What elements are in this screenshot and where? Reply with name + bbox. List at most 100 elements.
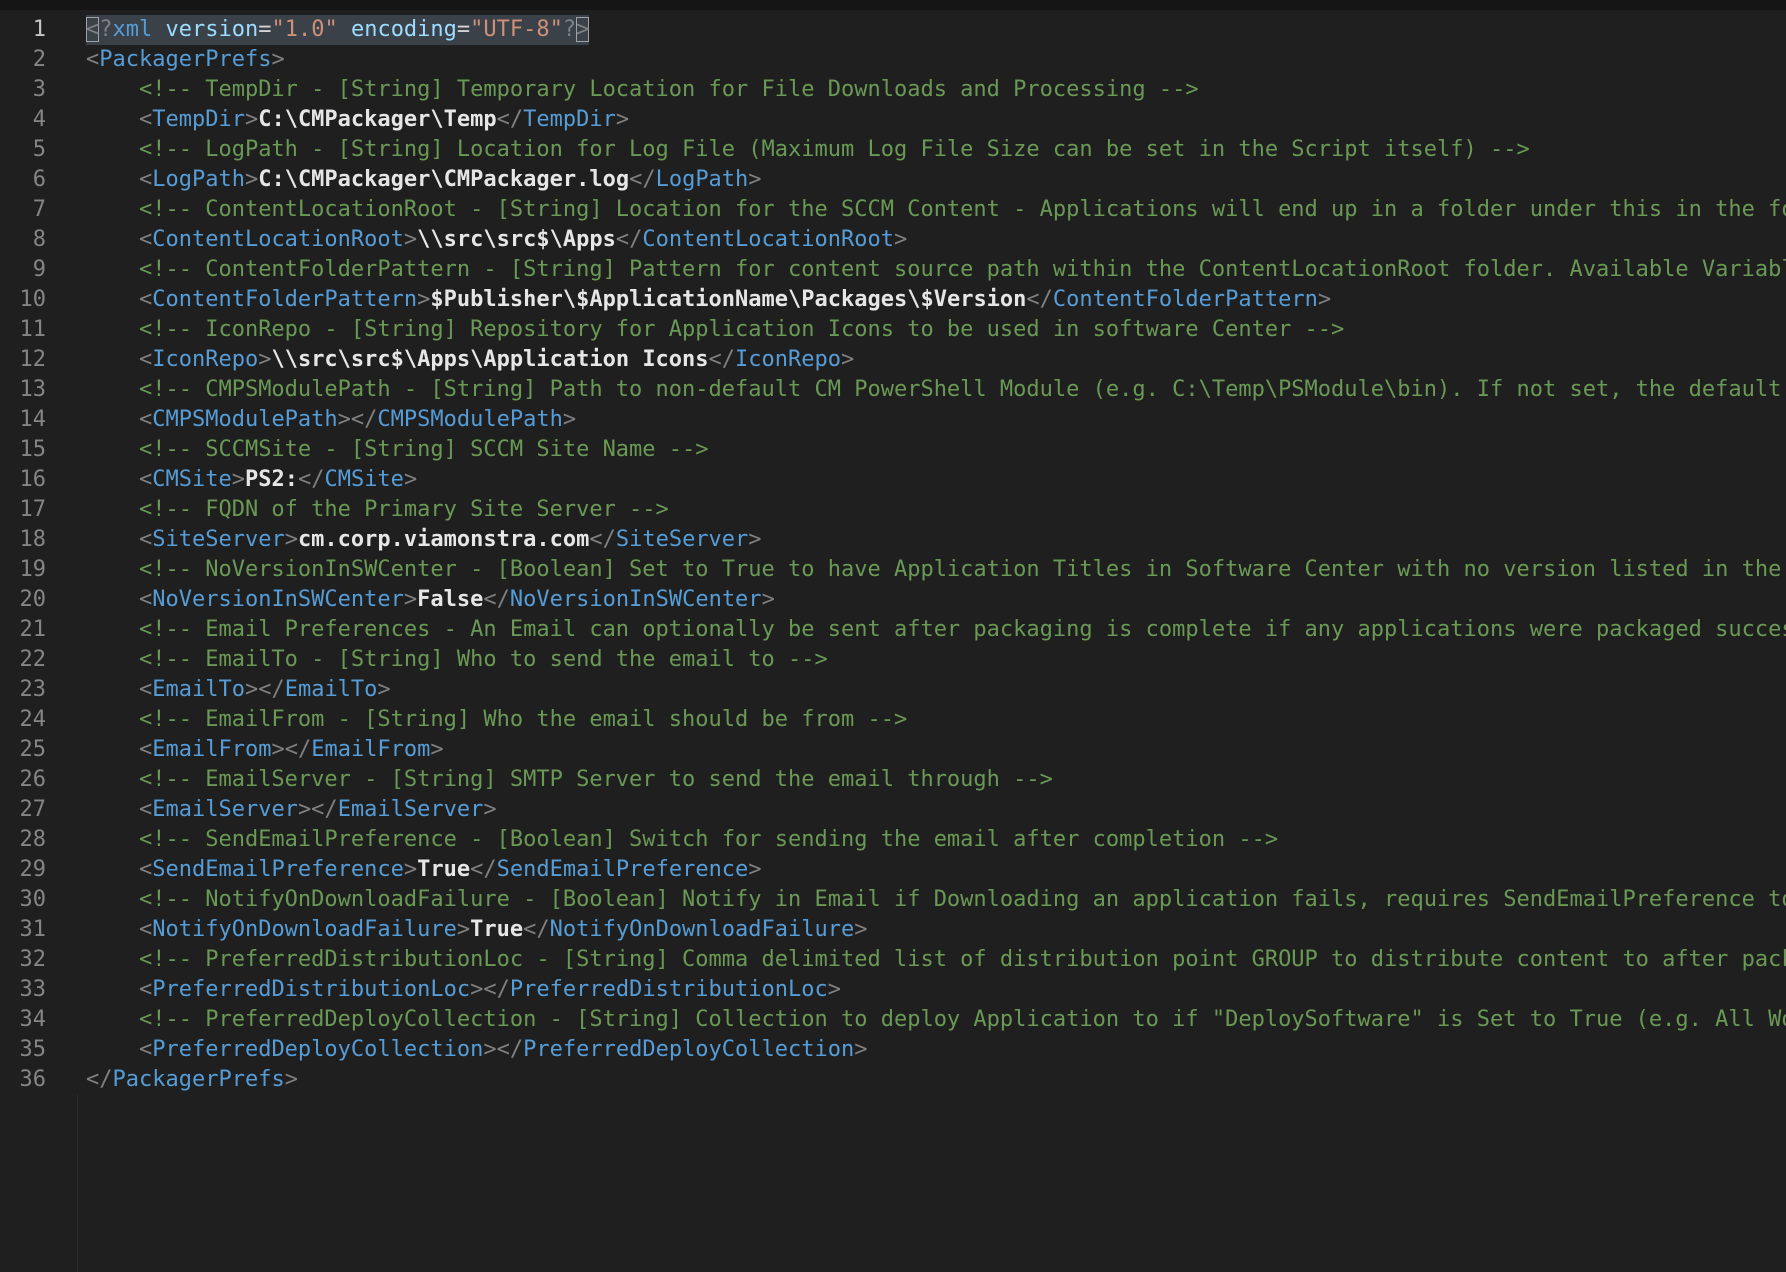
line-content[interactable]: <CMSite>PS2:</CMSite> <box>86 465 417 495</box>
code-line[interactable]: 27 <EmailServer></EmailServer> <box>0 795 1786 825</box>
line-number[interactable]: 23 <box>0 675 46 705</box>
line-content[interactable]: <NoVersionInSWCenter>False</NoVersionInS… <box>86 585 775 615</box>
line-number[interactable]: 32 <box>0 945 46 975</box>
line-content[interactable]: <PreferredDeployCollection></PreferredDe… <box>86 1035 868 1065</box>
line-content[interactable]: <!-- FQDN of the Primary Site Server --> <box>86 495 669 525</box>
line-content[interactable]: <IconRepo>\\src\src$\Apps\Application Ic… <box>86 345 854 375</box>
code-line[interactable]: 16 <CMSite>PS2:</CMSite> <box>0 465 1786 495</box>
code-line[interactable]: 12 <IconRepo>\\src\src$\Apps\Application… <box>0 345 1786 375</box>
code-line[interactable]: 17 <!-- FQDN of the Primary Site Server … <box>0 495 1786 525</box>
line-number[interactable]: 27 <box>0 795 46 825</box>
code-line[interactable]: 6 <LogPath>C:\CMPackager\CMPackager.log<… <box>0 165 1786 195</box>
line-number[interactable]: 30 <box>0 885 46 915</box>
line-number[interactable]: 22 <box>0 645 46 675</box>
line-content[interactable]: <EmailTo></EmailTo> <box>86 675 391 705</box>
line-content[interactable]: <!-- CMPSModulePath - [String] Path to n… <box>86 375 1786 405</box>
line-number[interactable]: 4 <box>0 105 46 135</box>
line-number[interactable]: 26 <box>0 765 46 795</box>
line-number[interactable]: 17 <box>0 495 46 525</box>
line-number[interactable]: 16 <box>0 465 46 495</box>
line-number[interactable]: 6 <box>0 165 46 195</box>
line-number[interactable]: 5 <box>0 135 46 165</box>
line-number[interactable]: 1 <box>0 15 46 45</box>
code-line[interactable]: 10 <ContentFolderPattern>$Publisher\$App… <box>0 285 1786 315</box>
code-line[interactable]: 23 <EmailTo></EmailTo> <box>0 675 1786 705</box>
line-content[interactable]: <ContentLocationRoot>\\src\src$\Apps</Co… <box>86 225 907 255</box>
line-content[interactable]: <!-- EmailServer - [String] SMTP Server … <box>86 765 1053 795</box>
line-number[interactable]: 3 <box>0 75 46 105</box>
line-content[interactable]: <EmailServer></EmailServer> <box>86 795 497 825</box>
line-content[interactable]: <!-- IconRepo - [String] Repository for … <box>86 315 1344 345</box>
code-line[interactable]: 29 <SendEmailPreference>True</SendEmailP… <box>0 855 1786 885</box>
line-content[interactable]: <EmailFrom></EmailFrom> <box>86 735 444 765</box>
line-number[interactable]: 12 <box>0 345 46 375</box>
line-content[interactable]: <!-- EmailTo - [String] Who to send the … <box>86 645 828 675</box>
code-line[interactable]: 26 <!-- EmailServer - [String] SMTP Serv… <box>0 765 1786 795</box>
code-line[interactable]: 11 <!-- IconRepo - [String] Repository f… <box>0 315 1786 345</box>
line-number[interactable]: 20 <box>0 585 46 615</box>
code-line[interactable]: 25 <EmailFrom></EmailFrom> <box>0 735 1786 765</box>
code-line[interactable]: 24 <!-- EmailFrom - [String] Who the ema… <box>0 705 1786 735</box>
line-number[interactable]: 28 <box>0 825 46 855</box>
code-line[interactable]: 34 <!-- PreferredDeployCollection - [Str… <box>0 1005 1786 1035</box>
code-line[interactable]: 4 <TempDir>C:\CMPackager\Temp</TempDir> <box>0 105 1786 135</box>
code-line[interactable]: 20 <NoVersionInSWCenter>False</NoVersion… <box>0 585 1786 615</box>
line-number[interactable]: 9 <box>0 255 46 285</box>
line-content[interactable]: <LogPath>C:\CMPackager\CMPackager.log</L… <box>86 165 762 195</box>
line-content[interactable]: <!-- NoVersionInSWCenter - [Boolean] Set… <box>86 555 1786 585</box>
line-content[interactable]: <?xml version="1.0" encoding="UTF-8"?> <box>86 15 589 45</box>
code-line[interactable]: 33 <PreferredDistributionLoc></Preferred… <box>0 975 1786 1005</box>
editor-pane[interactable]: 1 <?xml version="1.0" encoding="UTF-8"?> 2… <box>0 10 1786 1095</box>
code-line[interactable]: 31 <NotifyOnDownloadFailure>True</Notify… <box>0 915 1786 945</box>
code-line[interactable]: 15 <!-- SCCMSite - [String] SCCM Site Na… <box>0 435 1786 465</box>
code-line[interactable]: 22 <!-- EmailTo - [String] Who to send t… <box>0 645 1786 675</box>
code-line[interactable]: 9 <!-- ContentFolderPattern - [String] P… <box>0 255 1786 285</box>
line-number[interactable]: 29 <box>0 855 46 885</box>
line-content[interactable]: <!-- PreferredDeployCollection - [String… <box>86 1005 1786 1035</box>
line-number[interactable]: 10 <box>0 285 46 315</box>
line-number[interactable]: 19 <box>0 555 46 585</box>
line-content[interactable]: <!-- NotifyOnDownloadFailure - [Boolean]… <box>86 885 1786 915</box>
line-number[interactable]: 8 <box>0 225 46 255</box>
code-line[interactable]: 3 <!-- TempDir - [String] Temporary Loca… <box>0 75 1786 105</box>
line-content[interactable]: <!-- EmailFrom - [String] Who the email … <box>86 705 907 735</box>
line-number[interactable]: 25 <box>0 735 46 765</box>
code-line[interactable]: 18 <SiteServer>cm.corp.viamonstra.com</S… <box>0 525 1786 555</box>
line-number[interactable]: 31 <box>0 915 46 945</box>
line-number[interactable]: 15 <box>0 435 46 465</box>
line-number[interactable]: 18 <box>0 525 46 555</box>
code-line[interactable]: 7 <!-- ContentLocationRoot - [String] Lo… <box>0 195 1786 225</box>
line-content[interactable]: <!-- TempDir - [String] Temporary Locati… <box>86 75 1199 105</box>
line-content[interactable]: <CMPSModulePath></CMPSModulePath> <box>86 405 576 435</box>
line-content[interactable]: <!-- LogPath - [String] Location for Log… <box>86 135 1530 165</box>
code-line[interactable]: 30 <!-- NotifyOnDownloadFailure - [Boole… <box>0 885 1786 915</box>
line-number[interactable]: 21 <box>0 615 46 645</box>
line-content[interactable]: <!-- SendEmailPreference - [Boolean] Swi… <box>86 825 1278 855</box>
line-number[interactable]: 34 <box>0 1005 46 1035</box>
code-line[interactable]: 5 <!-- LogPath - [String] Location for L… <box>0 135 1786 165</box>
line-content[interactable]: <PreferredDistributionLoc></PreferredDis… <box>86 975 841 1005</box>
code-line[interactable]: 8 <ContentLocationRoot>\\src\src$\Apps</… <box>0 225 1786 255</box>
line-content[interactable]: <TempDir>C:\CMPackager\Temp</TempDir> <box>86 105 629 135</box>
line-number[interactable]: 36 <box>0 1065 46 1095</box>
line-number[interactable]: 14 <box>0 405 46 435</box>
code-line[interactable]: 21 <!-- Email Preferences - An Email can… <box>0 615 1786 645</box>
code-line[interactable]: 28 <!-- SendEmailPreference - [Boolean] … <box>0 825 1786 855</box>
line-content[interactable]: <PackagerPrefs> <box>86 45 285 75</box>
line-content[interactable]: <SendEmailPreference>True</SendEmailPref… <box>86 855 762 885</box>
line-number[interactable]: 11 <box>0 315 46 345</box>
code-line[interactable]: 36 </PackagerPrefs> <box>0 1065 1786 1095</box>
line-content[interactable]: <!-- ContentFolderPattern - [String] Pat… <box>86 255 1786 285</box>
line-content[interactable]: <!-- Email Preferences - An Email can op… <box>86 615 1786 645</box>
line-number[interactable]: 7 <box>0 195 46 225</box>
code-line[interactable]: 35 <PreferredDeployCollection></Preferre… <box>0 1035 1786 1065</box>
line-content[interactable]: </PackagerPrefs> <box>86 1065 298 1095</box>
line-number[interactable]: 35 <box>0 1035 46 1065</box>
line-content[interactable]: <!-- PreferredDistributionLoc - [String]… <box>86 945 1786 975</box>
line-number[interactable]: 24 <box>0 705 46 735</box>
line-content[interactable]: <SiteServer>cm.corp.viamonstra.com</Site… <box>86 525 762 555</box>
code-line[interactable]: 19 <!-- NoVersionInSWCenter - [Boolean] … <box>0 555 1786 585</box>
line-content[interactable]: <ContentFolderPattern>$Publisher\$Applic… <box>86 285 1331 315</box>
code-line[interactable]: 13 <!-- CMPSModulePath - [String] Path t… <box>0 375 1786 405</box>
line-content[interactable]: <!-- ContentLocationRoot - [String] Loca… <box>86 195 1786 225</box>
